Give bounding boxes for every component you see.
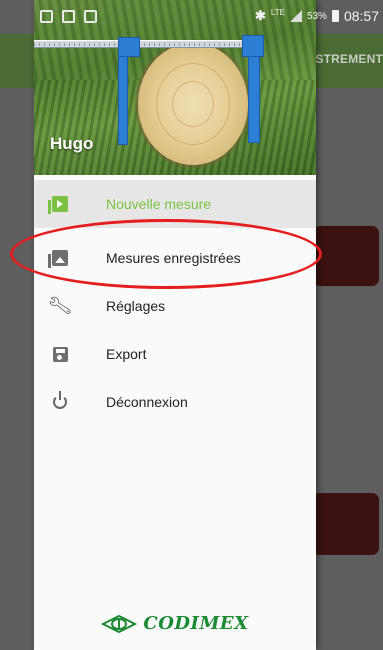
menu-item-export[interactable]: Export (34, 330, 316, 378)
menu-item-label: Export (106, 346, 147, 362)
logo-text: CODIMEX (143, 613, 249, 634)
menu-item-label: Déconnexion (106, 394, 188, 410)
menu-item-nouvelle-mesure[interactable]: Nouvelle mesure (34, 180, 316, 228)
codimex-logo-icon (101, 614, 138, 633)
menu-item-reglages[interactable]: 🔧︎ Réglages (34, 282, 316, 330)
bluetooth-icon: ✱ (254, 8, 266, 23)
user-name: Hugo (50, 134, 94, 153)
menu-item-mesures-enregistrees[interactable]: Mesures enregistrées (34, 234, 316, 282)
new-measure-icon (48, 194, 70, 214)
codimex-logo: CODIMEX (34, 613, 316, 634)
signal-icon (289, 10, 302, 22)
wrench-icon: 🔧︎ (46, 294, 74, 319)
cast-notification-icon (62, 10, 75, 23)
tree-log-photo (138, 43, 248, 165)
menu-item-label: Réglages (106, 298, 166, 314)
caliper-jaw (242, 35, 264, 57)
battery-percent: 53% (306, 10, 327, 22)
background-tab-label[interactable]: STREMENT (315, 52, 383, 66)
save-icon (50, 344, 70, 364)
menu-item-label: Mesures enregistrées (106, 250, 241, 266)
notification-icons (40, 10, 97, 23)
caliper-ruler (34, 40, 256, 48)
caliper-jaw (118, 37, 140, 57)
navigation-drawer: Hugo Nouvelle mesure Mesures enregistrée… (34, 0, 316, 650)
log-ring (172, 81, 214, 127)
drawer-menu: Nouvelle mesure Mesures enregistrées 🔧︎ … (34, 180, 316, 426)
background-card[interactable] (313, 226, 379, 286)
gallery-notification-icon (84, 10, 97, 23)
status-bar: ✱ LTE 53% 08:57 (0, 0, 383, 34)
power-icon (50, 391, 70, 412)
battery-icon (331, 10, 339, 22)
system-indicators: ✱ LTE 53% 08:57 (254, 7, 379, 25)
network-type: LTE (270, 7, 285, 17)
clock: 08:57 (343, 8, 379, 24)
image-notification-icon (40, 10, 53, 23)
menu-item-label: Nouvelle mesure (106, 196, 212, 212)
saved-measures-icon (48, 248, 70, 268)
menu-item-deconnexion[interactable]: Déconnexion (34, 378, 316, 426)
background-card[interactable] (313, 493, 379, 555)
